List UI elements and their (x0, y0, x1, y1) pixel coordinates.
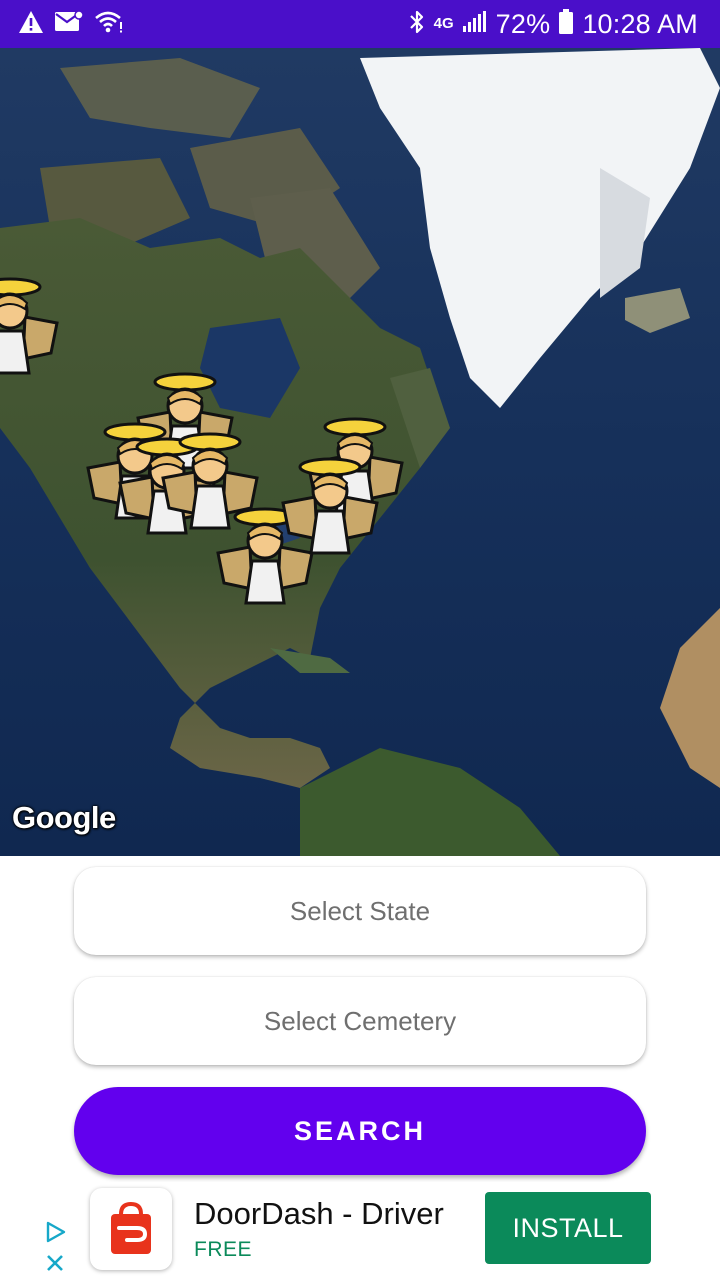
cemetery-select[interactable]: Select Cemetery (74, 977, 646, 1065)
install-button[interactable]: INSTALL (485, 1192, 651, 1264)
ad-banner[interactable]: DoorDash - Driver FREE INSTALL (0, 1182, 720, 1280)
ad-price: FREE (194, 1238, 253, 1261)
battery-percent: 72% (495, 8, 551, 39)
map-view[interactable]: Google (0, 48, 720, 856)
mail-icon (54, 9, 84, 39)
ad-app-name: DoorDash - Driver (194, 1196, 444, 1231)
google-logo: Google (12, 800, 116, 835)
clock: 10:28 AM (582, 8, 698, 39)
battery-icon (558, 8, 574, 40)
search-button[interactable]: SEARCH (74, 1087, 646, 1175)
network-type: 4G (433, 15, 454, 32)
ad-choices-icon[interactable] (44, 1220, 70, 1276)
doordash-app-icon[interactable] (90, 1188, 172, 1270)
angel-icon[interactable] (275, 453, 385, 563)
status-left (18, 9, 124, 39)
status-right: 4G 72% 10:28 AM (408, 8, 698, 40)
state-select[interactable]: Select State (74, 867, 646, 955)
status-bar: 4G 72% 10:28 AM (0, 0, 720, 48)
signal-icon (462, 10, 488, 39)
alert-icon (18, 10, 44, 39)
wifi-icon (94, 10, 124, 39)
angel-icon[interactable] (0, 273, 65, 383)
bluetooth-icon (408, 9, 426, 40)
